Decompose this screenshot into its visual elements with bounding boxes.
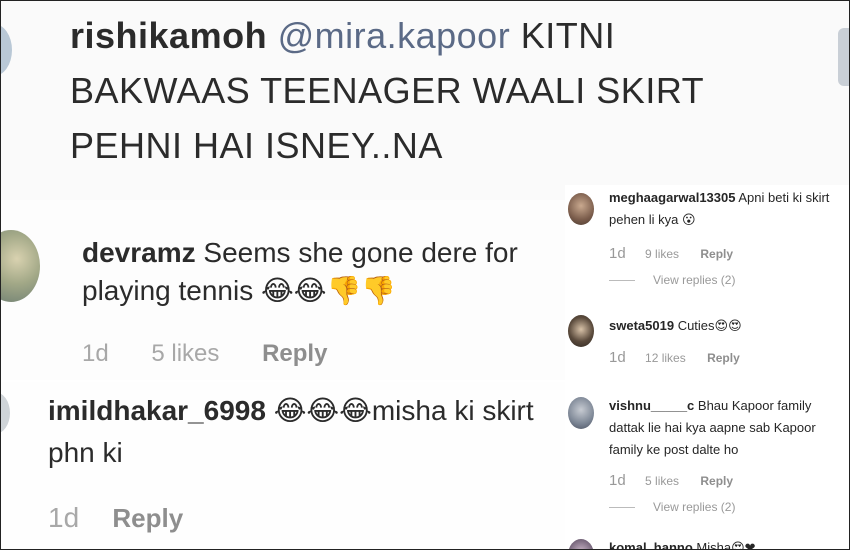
comment-list-right: meghaagarwal13305 Apni beti ki skirt peh… [565, 185, 850, 550]
reply-button[interactable]: Reply [112, 503, 183, 533]
emoji-reactions: 😂😂😂 [273, 395, 372, 426]
view-replies-label[interactable]: View replies (2) [653, 273, 735, 287]
timestamp: 1d [48, 502, 80, 533]
avatar[interactable] [568, 315, 594, 347]
comment-panel-devramz: devramz Seems she gone dere for playing … [0, 200, 565, 380]
username[interactable]: komal_hanno [609, 540, 693, 550]
timestamp: 1d [609, 472, 626, 489]
emoji: 😮 [682, 212, 696, 227]
avatar[interactable] [0, 24, 12, 76]
comment-text: rishikamoh @mira.kapoor KITNI BAKWAAS TE… [70, 8, 760, 173]
username[interactable]: vishnu_____c [609, 398, 694, 413]
comment-text: sweta5019 Cuties😍😍 [609, 315, 845, 337]
comment-meta: 1d Reply [48, 502, 183, 534]
partial-avatar [838, 28, 850, 86]
likes-count[interactable]: 5 likes [645, 474, 679, 488]
comment-meta: 1d 5 likes Reply [82, 340, 363, 368]
avatar[interactable] [568, 397, 594, 429]
comment-panel-rishikamoh: rishikamoh @mira.kapoor KITNI BAKWAAS TE… [0, 0, 850, 200]
view-replies-label[interactable]: View replies (2) [653, 500, 735, 514]
reply-button[interactable]: Reply [700, 247, 733, 261]
comment-text: imildhakar_6998 😂😂😂misha ki skirt phn ki [48, 390, 548, 474]
comment-text: vishnu_____c Bhau Kapoor family dattak l… [609, 395, 845, 461]
comment-text: komal_hanno Misha😍❤ [609, 537, 845, 550]
likes-count[interactable]: 5 likes [151, 340, 219, 367]
username[interactable]: imildhakar_6998 [48, 395, 266, 426]
avatar[interactable] [568, 539, 594, 550]
comment-meta: 1d 12 likes Reply [609, 349, 740, 366]
timestamp: 1d [609, 349, 626, 366]
emoji: 😍❤ [731, 540, 756, 550]
comment-text: devramz Seems she gone dere for playing … [82, 234, 552, 310]
comment-panel-imildhakar: imildhakar_6998 😂😂😂misha ki skirt phn ki… [0, 382, 565, 550]
reply-button[interactable]: Reply [262, 340, 327, 367]
avatar[interactable] [0, 230, 40, 302]
username[interactable]: sweta5019 [609, 318, 674, 333]
timestamp: 1d [82, 340, 109, 367]
comment-body: Misha [696, 540, 732, 550]
divider [609, 507, 635, 509]
comment-meta: 1d 9 likes Reply [609, 245, 733, 262]
reply-button[interactable]: Reply [707, 351, 740, 365]
avatar[interactable] [568, 193, 594, 225]
username[interactable]: rishikamoh [70, 15, 267, 56]
view-replies-button[interactable]: View replies (2) [609, 500, 735, 514]
reply-button[interactable]: Reply [700, 474, 733, 488]
emoji: 😍😍 [714, 318, 742, 333]
view-replies-button[interactable]: View replies (2) [609, 273, 735, 287]
timestamp: 1d [609, 245, 626, 262]
comment-body: Cuties [677, 318, 715, 333]
mention-link[interactable]: @mira.kapoor [278, 15, 511, 56]
comment-meta: 1d 5 likes Reply [609, 472, 733, 489]
avatar[interactable] [0, 392, 10, 434]
divider [609, 280, 635, 282]
username[interactable]: devramz [82, 237, 196, 268]
username[interactable]: meghaagarwal13305 [609, 190, 735, 205]
likes-count[interactable]: 9 likes [645, 247, 679, 261]
likes-count[interactable]: 12 likes [645, 351, 686, 365]
comment-text: meghaagarwal13305 Apni beti ki skirt peh… [609, 187, 845, 231]
emoji-reactions: 😂😂👎👎 [261, 275, 397, 306]
